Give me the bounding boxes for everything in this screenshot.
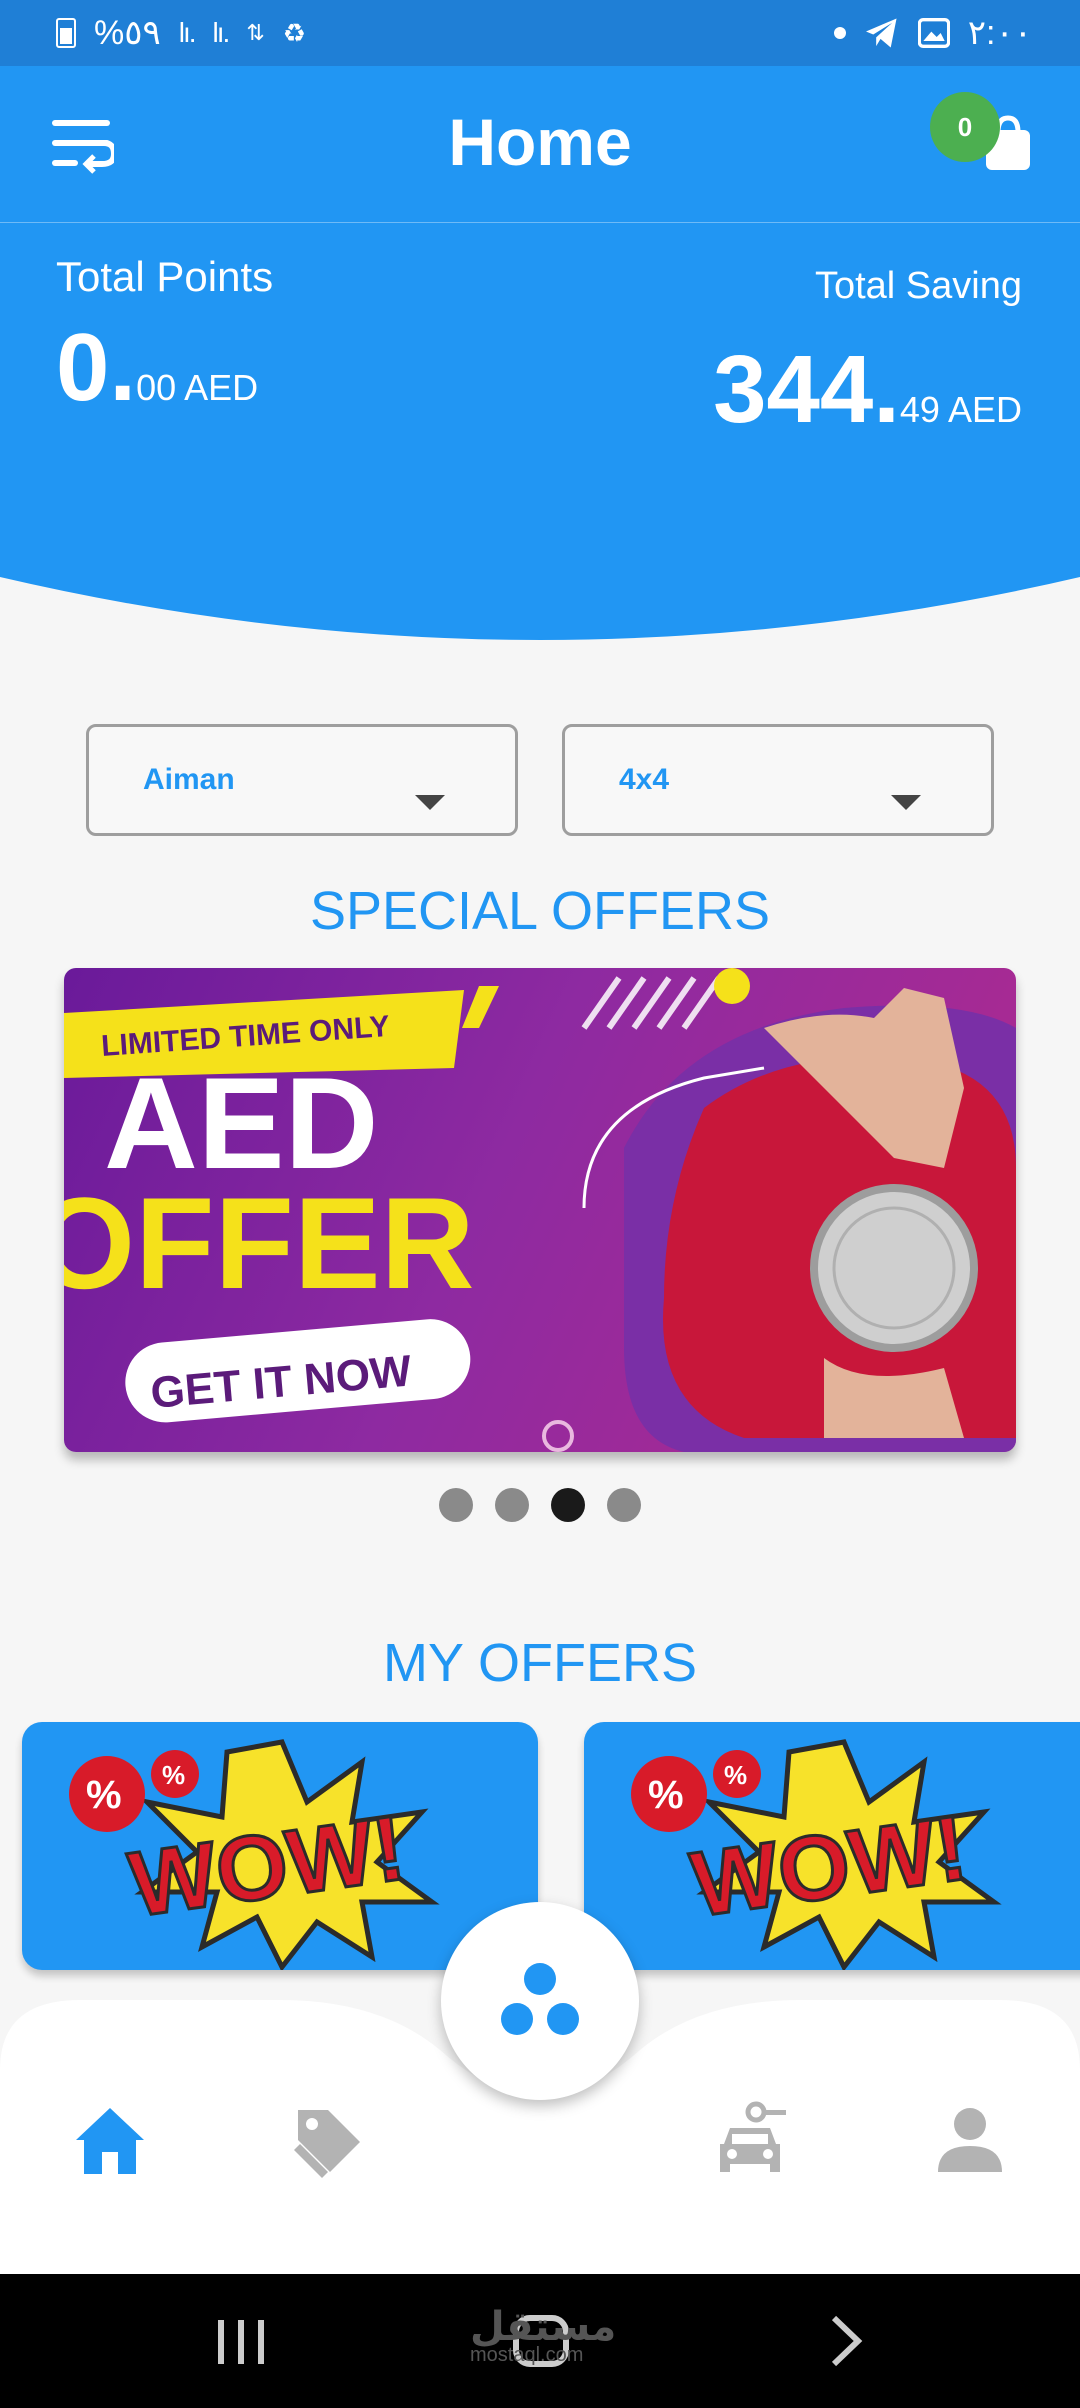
signal-icon: lı. xyxy=(178,17,197,48)
wow-sticker-icon: % % WOW! xyxy=(69,1739,440,1970)
offer-card[interactable]: % % WOW! xyxy=(22,1722,538,1970)
special-offers-title: SPECIAL OFFERS xyxy=(309,881,771,941)
cart-button[interactable]: 0 xyxy=(930,92,1040,192)
banner-line2: OFFER xyxy=(64,1170,475,1316)
carousel-dot[interactable] xyxy=(495,1488,529,1522)
total-saving-label: Total Saving xyxy=(814,265,1022,307)
center-fab-button[interactable] xyxy=(441,1902,639,2100)
watermark-text: مستقل xyxy=(470,2305,617,2349)
battery-icon xyxy=(56,18,76,48)
total-points-value: 0.00 AED xyxy=(56,313,258,423)
three-dots-icon xyxy=(501,1963,579,2035)
cart-count-badge: 0 xyxy=(930,92,1000,162)
city-dropdown[interactable]: Aiman xyxy=(86,724,518,836)
total-points-label: Total Points xyxy=(56,253,274,300)
total-saving-value: 344.49 AED xyxy=(713,335,1022,445)
points-decimal: 00 AED xyxy=(136,367,259,408)
carousel-indicator xyxy=(0,1488,1080,1522)
battery-percent: %٥٩ xyxy=(94,14,161,52)
carousel-dot[interactable] xyxy=(607,1488,641,1522)
system-nav-bar: مستقل mostaql.com xyxy=(0,2274,1080,2408)
vehicle-dropdown-value: 4x4 xyxy=(619,763,670,796)
carousel-dot[interactable] xyxy=(439,1488,473,1522)
wow-sticker-icon: % % WOW! xyxy=(631,1739,1002,1970)
data-icon: ⇅ xyxy=(246,20,265,45)
chevron-down-icon xyxy=(891,795,921,810)
points-integer: 0. xyxy=(56,314,137,421)
page-title: Home xyxy=(448,105,632,179)
recent-apps-icon[interactable] xyxy=(206,2310,276,2372)
status-left: %٥٩ lı. lı. ⇅ ♻ xyxy=(56,13,306,53)
special-offer-banner[interactable]: LIMITED TIME ONLY AED OFFER GET IT NOW xyxy=(64,968,1016,1452)
svg-text:%: % xyxy=(648,1773,684,1817)
status-right: ٢:٠٠ xyxy=(833,13,1032,53)
saving-integer: 344. xyxy=(713,336,900,443)
chevron-down-icon xyxy=(415,795,445,810)
offer-card[interactable]: % % WOW! xyxy=(584,1722,1080,1970)
telegram-icon xyxy=(865,18,897,48)
carousel-dot-active[interactable] xyxy=(551,1488,585,1522)
watermark: مستقل mostaql.com xyxy=(470,2304,616,2367)
signal-icon-2: lı. xyxy=(212,17,231,48)
recycle-icon: ♻ xyxy=(282,17,307,48)
svg-text:%: % xyxy=(724,1760,747,1790)
saving-decimal: 49 AED xyxy=(899,389,1022,430)
svg-text:%: % xyxy=(86,1773,122,1817)
city-dropdown-value: Aiman xyxy=(143,763,235,796)
clock: ٢:٠٠ xyxy=(967,14,1032,52)
car-key-icon[interactable] xyxy=(710,2100,790,2180)
notification-dot-icon xyxy=(833,27,846,39)
status-bar: %٥٩ lı. lı. ⇅ ♻ ٢:٠٠ xyxy=(0,0,1080,66)
points-summary: Total Points 0.00 AED Total Saving 344.4… xyxy=(0,223,1080,653)
header-wave xyxy=(0,577,1080,653)
back-icon[interactable] xyxy=(810,2310,880,2372)
app-header: Home 0 xyxy=(0,66,1080,223)
home-icon[interactable] xyxy=(70,2100,150,2180)
svg-text:%: % xyxy=(162,1760,185,1790)
gallery-icon xyxy=(917,18,950,48)
vehicle-dropdown[interactable]: 4x4 xyxy=(562,724,994,836)
person-icon[interactable] xyxy=(930,2100,1010,2180)
tags-icon[interactable] xyxy=(288,2100,368,2180)
my-offers-title: MY OFFERS xyxy=(382,1633,698,1693)
banner-artwork: LIMITED TIME ONLY AED OFFER GET IT NOW xyxy=(64,968,1016,1452)
